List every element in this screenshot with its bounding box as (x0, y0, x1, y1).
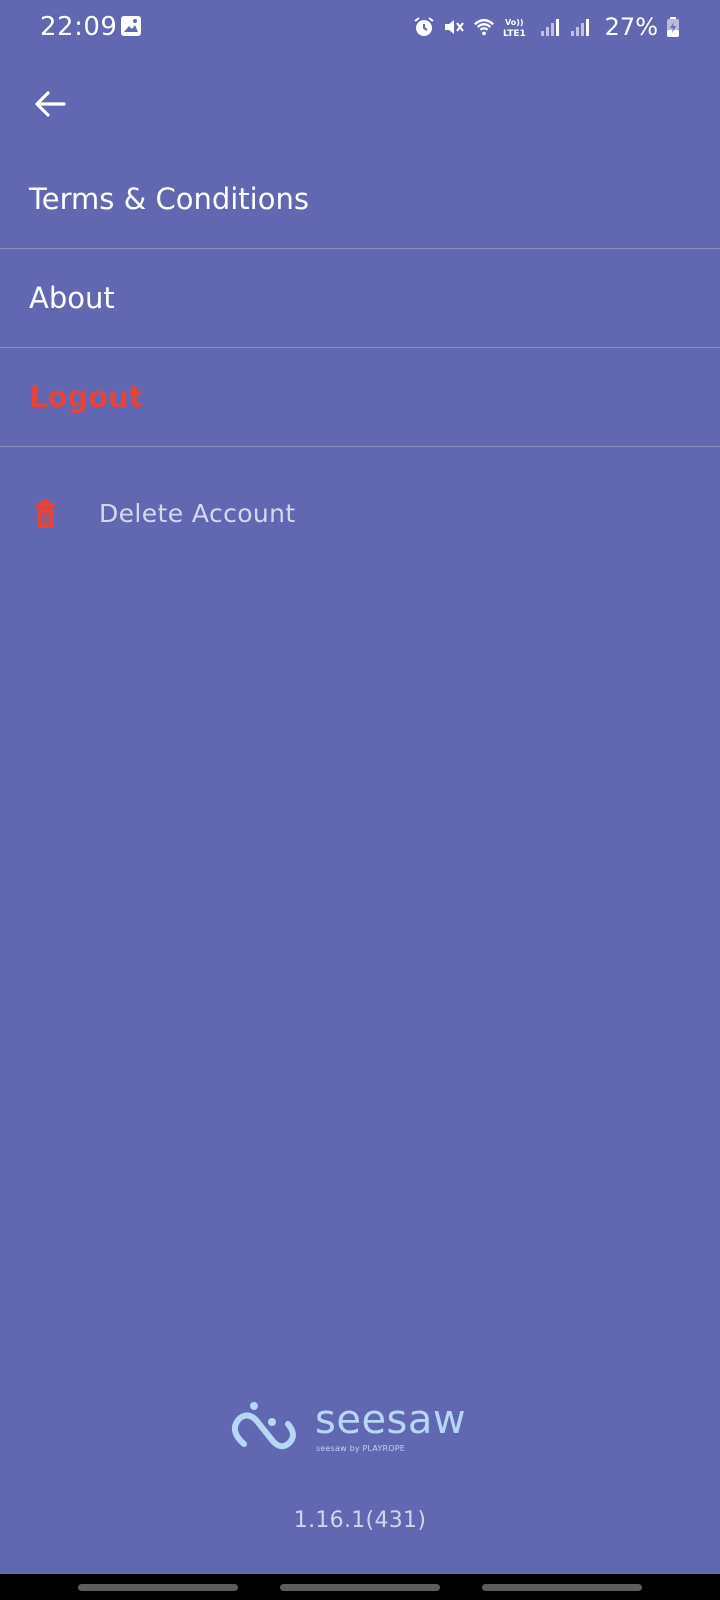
gallery-icon (121, 16, 141, 36)
battery-percent: 27% (604, 13, 658, 41)
nav-handle-left[interactable] (78, 1584, 238, 1591)
svg-text:LTE1: LTE1 (503, 29, 526, 38)
delete-account-label: Delete Account (99, 499, 296, 528)
settings-screen: 22:09 Vo)) LTE1 27% Terms & Conditions A… (0, 0, 720, 1600)
arrow-left-icon (35, 91, 66, 117)
about-label: About (29, 281, 115, 315)
svg-text:Vo)): Vo)) (505, 18, 524, 27)
logo-tagline: seesaw by PLAYROPE (316, 1444, 406, 1453)
seesaw-logo: seesaw seesaw by PLAYROPE (226, 1397, 496, 1470)
volte-icon: Vo)) LTE1 (503, 18, 526, 38)
logout-label: Logout (29, 380, 143, 414)
back-button[interactable] (28, 82, 72, 126)
terms-conditions-label: Terms & Conditions (29, 182, 309, 216)
logout-item[interactable]: Logout (0, 348, 720, 447)
trash-icon (35, 500, 55, 528)
delete-account-button[interactable]: Delete Account (0, 482, 720, 546)
system-nav-bar (0, 1574, 720, 1600)
battery-charging-icon (667, 17, 679, 37)
wifi-icon (473, 18, 494, 36)
nav-handle-center[interactable] (280, 1584, 440, 1591)
alarm-icon (414, 17, 434, 36)
settings-menu: Terms & Conditions About Logout (0, 150, 720, 447)
signal-icon (570, 19, 589, 36)
nav-handle-right[interactable] (482, 1584, 642, 1591)
logo-wordmark: seesaw (315, 1397, 467, 1443)
status-time: 22:09 (40, 12, 118, 42)
status-icons: Vo)) LTE1 27% (413, 12, 680, 42)
app-version: 1.16.1(431) (293, 1508, 427, 1533)
mute-icon (444, 20, 464, 34)
about-item[interactable]: About (0, 249, 720, 348)
signal-icon (540, 19, 559, 36)
seesaw-logo-mark (231, 1402, 296, 1450)
terms-conditions-item[interactable]: Terms & Conditions (0, 150, 720, 249)
status-bar: 22:09 Vo)) LTE1 27% (0, 0, 720, 54)
